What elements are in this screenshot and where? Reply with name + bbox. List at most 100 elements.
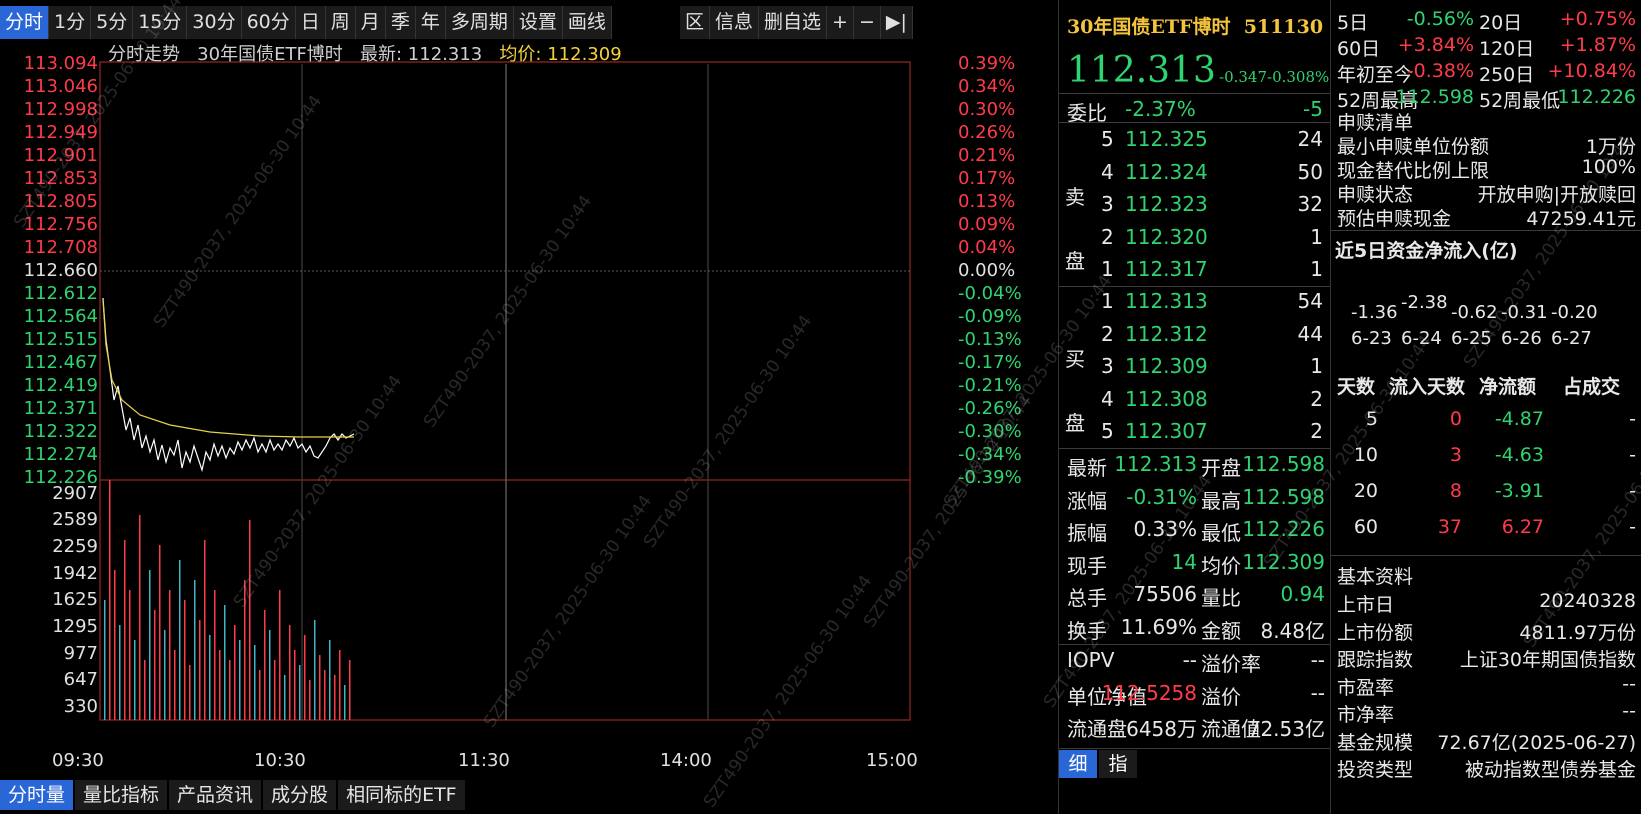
flow-table-row: 60 37 6.27 - bbox=[1331, 516, 1641, 544]
volume-bar bbox=[244, 580, 246, 720]
flow-net-cell: -3.91 bbox=[1494, 480, 1544, 502]
flow-day-date: 6-27 bbox=[1551, 328, 1592, 349]
volume-bar bbox=[344, 685, 346, 720]
tab-product-news[interactable]: 产品资讯 bbox=[169, 780, 264, 810]
intraday-chart-canvas[interactable] bbox=[0, 40, 1058, 780]
toolbar-tab-2[interactable]: 5分 bbox=[91, 6, 134, 39]
flow-table-header-cell: 流入天数 bbox=[1389, 376, 1466, 398]
stat-value: 72.53亿 bbox=[1247, 717, 1325, 741]
price-tick-label: 112.564 bbox=[23, 306, 98, 327]
order-price: 112.317 bbox=[1125, 257, 1208, 281]
stats-row: 振幅 0.33% 最低 112.226 bbox=[1059, 515, 1331, 547]
extra-row: 流通盘 6458万 流通值 72.53亿 bbox=[1059, 711, 1331, 743]
volume-bar bbox=[274, 660, 276, 720]
order-level: 5 bbox=[1101, 127, 1114, 151]
tab-volume-ratio[interactable]: 量比指标 bbox=[75, 780, 170, 810]
toolbar-tab-6[interactable]: 日 bbox=[295, 6, 326, 39]
volume-bar bbox=[309, 680, 311, 720]
toolbar-tab-8[interactable]: 月 bbox=[355, 6, 386, 39]
stats-row: 涨幅 -0.31% 最高 112.598 bbox=[1059, 483, 1331, 515]
volume-tick-label: 647 bbox=[63, 669, 98, 691]
basic-value: -- bbox=[1622, 672, 1636, 695]
order-price: 112.312 bbox=[1125, 321, 1208, 346]
tab-constituents[interactable]: 成分股 bbox=[263, 780, 339, 810]
avg-value: 112.309 bbox=[547, 44, 622, 65]
basic-value: 72.67亿(2025-06-27) bbox=[1437, 731, 1636, 754]
stats-row: 换手 11.69% 金额 8.48亿 bbox=[1059, 613, 1331, 645]
toolbar-tab-11[interactable]: 多周期 bbox=[445, 6, 514, 39]
flow-day-value: -2.38 bbox=[1401, 292, 1448, 313]
stat-label: 最高 bbox=[1201, 488, 1241, 513]
volume-tick-label: 977 bbox=[63, 642, 98, 664]
price-tick-label: 112.274 bbox=[23, 444, 98, 465]
intraday-chart-panel[interactable] bbox=[0, 40, 1058, 780]
pct-tick-label: 0.30% bbox=[958, 99, 1016, 120]
basic-label: 市盈率 bbox=[1337, 676, 1395, 699]
price-tick-label: 112.708 bbox=[23, 237, 98, 258]
chart-frame bbox=[99, 61, 911, 721]
tab-intraday-volume[interactable]: 分时量 bbox=[0, 780, 76, 810]
latest-value: 112.313 bbox=[407, 44, 483, 65]
stat-label: 总手 bbox=[1067, 586, 1107, 610]
toolbar-tab-9[interactable]: 季 bbox=[385, 6, 416, 39]
flow-table-header: 天数 流入天数 净流额 占成交 bbox=[1331, 372, 1641, 400]
pct-tick-label: -0.39% bbox=[958, 467, 1022, 488]
flow-inflow-cell: 8 bbox=[1449, 480, 1462, 502]
divider bbox=[1331, 230, 1641, 231]
order-level: 5 bbox=[1101, 419, 1114, 443]
period-value: +3.84% bbox=[1397, 34, 1474, 56]
toolbar-tab-12[interactable]: 设置 bbox=[513, 6, 563, 39]
ask-row: 4 112.324 50 bbox=[1059, 158, 1331, 190]
basic-value: 上证30年期国债指数 bbox=[1459, 649, 1636, 671]
tab-same-index-etf[interactable]: 相同标的ETF bbox=[338, 780, 467, 810]
pct-tick-label: 0.21% bbox=[958, 145, 1016, 166]
price-tick-label: 112.322 bbox=[23, 421, 98, 442]
stat-label: 溢价 bbox=[1201, 684, 1241, 709]
expand-panel-button[interactable]: ▶| bbox=[880, 6, 913, 39]
toolbar-tab-0[interactable]: 分时 bbox=[0, 6, 50, 39]
basic-value: 被动指数型债券基金 bbox=[1464, 759, 1636, 781]
basic-info-row: 投资类型 被动指数型债券基金 bbox=[1331, 755, 1641, 783]
toolbar-tab-4[interactable]: 30分 bbox=[187, 6, 242, 39]
divider bbox=[1059, 93, 1331, 94]
stat-label: 金额 bbox=[1201, 618, 1241, 643]
price-tick-label: 112.901 bbox=[23, 145, 98, 166]
period-label: 250日 bbox=[1479, 64, 1535, 86]
pct-tick-label: 0.00% bbox=[958, 260, 1016, 281]
flow-table-row: 20 8 -3.91 - bbox=[1331, 480, 1641, 508]
info-panel: 5日 -0.56% 20日 +0.75% 60日 +3.84% 120日 +1.87% 年初至今… bbox=[1330, 0, 1641, 814]
order-level: 4 bbox=[1101, 159, 1114, 184]
toolbar-tab-13[interactable]: 画线 bbox=[562, 6, 612, 39]
region-button[interactable]: 区 bbox=[680, 6, 711, 39]
toolbar-tab-7[interactable]: 周 bbox=[325, 6, 356, 39]
basic-title: 基本资料 bbox=[1337, 566, 1414, 588]
toolbar-tab-3[interactable]: 15分 bbox=[133, 6, 188, 39]
tab-index[interactable]: 指 bbox=[1099, 750, 1137, 778]
basic-info-row: 市盈率 -- bbox=[1331, 673, 1641, 701]
toolbar-tab-5[interactable]: 60分 bbox=[241, 6, 296, 39]
flow-day-date: 6-23 bbox=[1351, 328, 1392, 349]
zoom-in-button[interactable]: + bbox=[827, 6, 854, 39]
period-label: 5日 bbox=[1337, 12, 1369, 34]
zoom-out-button[interactable]: − bbox=[853, 6, 881, 39]
basic-info-row: 基金规模 72.67亿(2025-06-27) bbox=[1331, 728, 1641, 756]
info-button[interactable]: 信息 bbox=[710, 6, 760, 39]
chart-title-name: 30年国债ETF博时 bbox=[197, 44, 343, 65]
toolbar-tab-1[interactable]: 1分 bbox=[49, 6, 92, 39]
stats-row: 总手 75506 量比 0.94 bbox=[1059, 580, 1331, 612]
toolbar-right: 区信息 删自选 + − ▶| bbox=[680, 6, 913, 39]
volume-bar bbox=[289, 625, 291, 720]
pct-tick-label: -0.09% bbox=[958, 306, 1022, 327]
stat-value: 112.5258 bbox=[1101, 680, 1197, 705]
stats-row: 现手 14 均价 112.309 bbox=[1059, 548, 1331, 580]
tab-detail[interactable]: 细 bbox=[1059, 750, 1097, 778]
volume-bar bbox=[229, 660, 231, 720]
stat-value: 11.69% bbox=[1120, 614, 1197, 639]
remove-watchlist-button[interactable]: 删自选 bbox=[759, 6, 828, 39]
price-tick-label: 113.094 bbox=[23, 53, 98, 74]
order-volume: 2 bbox=[1310, 419, 1323, 443]
volume-bar bbox=[149, 570, 151, 720]
volume-bar bbox=[299, 665, 301, 720]
toolbar-tab-10[interactable]: 年 bbox=[415, 6, 446, 39]
order-volume: 24 bbox=[1297, 127, 1323, 151]
